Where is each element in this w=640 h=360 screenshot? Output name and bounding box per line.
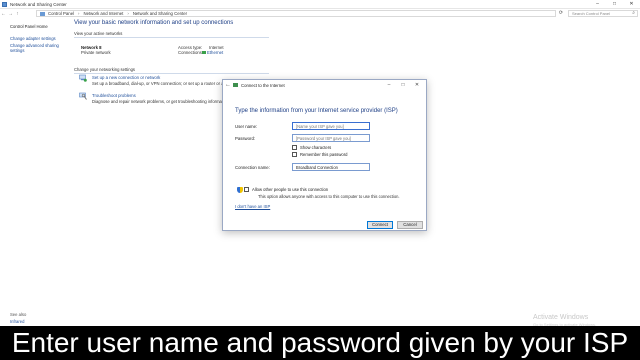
uac-shield-icon — [237, 187, 243, 193]
change-settings-label: Change your networking settings — [74, 67, 135, 72]
close-button[interactable]: ✕ — [623, 0, 640, 9]
network-type-link[interactable]: Private network — [81, 50, 111, 55]
connection-name-label: Connection name: — [235, 165, 270, 170]
connections-value: Ethernet — [207, 50, 224, 55]
chevron-right-icon: › — [127, 11, 129, 16]
setup-new-connection-link[interactable]: Set up a new connection or network — [92, 75, 160, 80]
chevron-right-icon: › — [78, 11, 80, 16]
see-also-label: See also — [10, 312, 27, 317]
connect-to-internet-dialog: ← Connect to the Internet – □ ✕ Type the… — [222, 79, 427, 231]
password-label: Password: — [235, 136, 256, 141]
minimize-button[interactable]: – — [589, 0, 606, 9]
window-title-bar: Network and Sharing Center – □ ✕ — [0, 0, 640, 9]
ethernet-icon — [202, 51, 206, 55]
troubleshoot-icon — [79, 92, 87, 100]
up-arrow-icon[interactable]: ↑ — [14, 11, 21, 17]
refresh-icon[interactable]: ⟳ — [556, 10, 566, 17]
dialog-controls: – □ ✕ — [382, 80, 424, 90]
network-app-icon — [2, 1, 7, 7]
window-controls: – □ ✕ — [589, 0, 640, 9]
dialog-title: Connect to the Internet — [241, 82, 285, 88]
control-panel-home-link[interactable]: Control Panel Home — [10, 24, 48, 29]
breadcrumb-item[interactable]: Network and Sharing Center — [133, 11, 187, 16]
forward-arrow-icon[interactable]: → — [7, 11, 14, 17]
remember-password-label: Remember this password — [300, 152, 348, 157]
connection-name-field[interactable] — [292, 163, 370, 171]
allow-others-label: Allow other people to use this connectio… — [252, 187, 329, 192]
dialog-close-button[interactable]: ✕ — [410, 80, 424, 90]
checkbox-box — [292, 152, 297, 157]
dialog-maximize-button[interactable]: □ — [396, 80, 410, 90]
dialog-minimize-button[interactable]: – — [382, 80, 396, 90]
breadcrumb-item[interactable]: Control Panel — [48, 11, 74, 16]
breadcrumb[interactable]: Control Panel › Network and Internet › N… — [36, 10, 556, 17]
change-adapter-settings-link[interactable]: Change adapter settings — [10, 36, 56, 41]
ethernet-connection-link[interactable]: Ethernet — [202, 50, 223, 55]
dialog-heading: Type the information from your Internet … — [235, 108, 398, 114]
connections-label: Connections: — [178, 50, 204, 55]
back-arrow-icon[interactable]: ← — [223, 82, 233, 88]
search-icon: ⌕ — [632, 10, 635, 16]
checkbox-box — [244, 187, 249, 192]
address-bar: ← → ↑ Control Panel › Network and Intern… — [0, 9, 640, 18]
control-panel-icon — [40, 11, 45, 16]
change-advanced-sharing-link[interactable]: Change advanced sharing settings — [10, 43, 62, 53]
maximize-button[interactable]: □ — [606, 0, 623, 9]
divider — [74, 73, 269, 74]
username-field[interactable] — [292, 122, 370, 130]
allow-others-desc: This option allows anyone with access to… — [258, 194, 400, 199]
window-title: Network and Sharing Center — [10, 1, 67, 7]
active-networks-label: View your active networks — [74, 31, 123, 36]
new-connection-icon — [79, 74, 87, 82]
remember-password-checkbox[interactable]: Remember this password — [292, 152, 347, 157]
cancel-button[interactable]: Cancel — [397, 221, 423, 229]
show-characters-label: Show characters — [300, 145, 332, 150]
show-characters-checkbox[interactable]: Show characters — [292, 145, 331, 150]
allow-others-checkbox[interactable]: Allow other people to use this connectio… — [244, 187, 328, 192]
page-title: View your basic network information and … — [74, 20, 234, 26]
search-input[interactable]: Search Control Panel ⌕ — [568, 10, 638, 17]
troubleshoot-problems-link[interactable]: Troubleshoot problems — [92, 93, 136, 98]
username-label: User name: — [235, 124, 258, 129]
infrared-link[interactable]: Infrared — [10, 319, 24, 324]
activate-windows-watermark: Activate Windows — [533, 314, 589, 321]
password-field[interactable] — [292, 134, 370, 142]
network-icon — [233, 83, 238, 87]
no-isp-link[interactable]: I don't have an ISP — [235, 204, 270, 209]
video-caption: Enter user name and password given by yo… — [0, 326, 640, 360]
search-placeholder: Search Control Panel — [572, 11, 611, 16]
dialog-title-bar: ← Connect to the Internet – □ ✕ — [223, 80, 426, 90]
setup-new-connection-desc: Set up a broadband, dial-up, or VPN conn… — [92, 81, 242, 86]
troubleshoot-problems-desc: Diagnose and repair network problems, or… — [92, 99, 230, 104]
back-arrow-icon[interactable]: ← — [0, 11, 7, 17]
checkbox-box — [292, 145, 297, 150]
breadcrumb-item[interactable]: Network and Internet — [83, 11, 123, 16]
connect-button[interactable]: Connect — [367, 221, 393, 229]
divider — [74, 37, 269, 38]
left-pane: Control Panel Home Change adapter settin… — [0, 18, 70, 324]
